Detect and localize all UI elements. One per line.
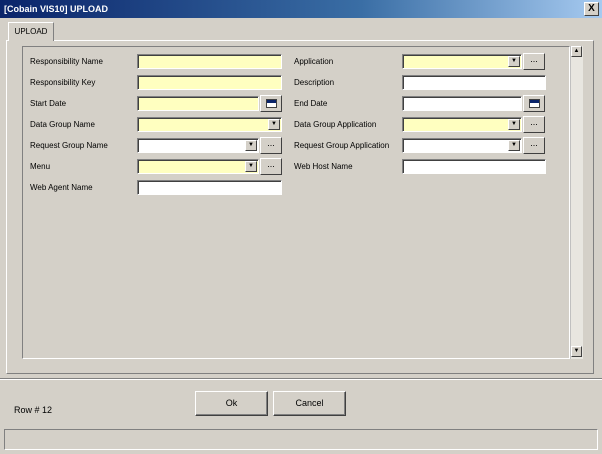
menu-select[interactable]: ▼	[137, 159, 259, 174]
label-request-group-name: Request Group Name	[30, 141, 108, 150]
start-date-calendar-button[interactable]	[260, 95, 282, 112]
request-group-name-lookup-button[interactable]: ...	[260, 137, 282, 154]
end-date-calendar-button[interactable]	[523, 95, 545, 112]
chevron-down-icon[interactable]: ▼	[245, 161, 257, 172]
ok-button[interactable]: Ok	[195, 391, 268, 416]
ellipsis-icon: ...	[267, 138, 275, 148]
ellipsis-icon: ...	[530, 54, 538, 64]
description-field[interactable]	[402, 75, 546, 90]
label-data-group-application: Data Group Application	[294, 120, 377, 129]
label-web-agent-name: Web Agent Name	[30, 183, 93, 192]
data-group-name-select[interactable]: ▼	[137, 117, 282, 132]
label-data-group-name: Data Group Name	[30, 120, 95, 129]
label-web-host-name: Web Host Name	[294, 162, 353, 171]
end-date-field[interactable]	[402, 96, 522, 111]
label-start-date: Start Date	[30, 99, 67, 108]
form-area	[22, 46, 570, 359]
request-group-application-select[interactable]: ▼	[402, 138, 522, 153]
data-group-application-select[interactable]: ▼	[402, 117, 522, 132]
chevron-down-icon[interactable]: ▼	[245, 140, 257, 151]
tab-label: UPLOAD	[14, 27, 48, 36]
label-responsibility-name: Responsibility Name	[30, 57, 103, 66]
chevron-down-icon[interactable]: ▼	[508, 140, 520, 151]
chevron-down-icon[interactable]: ▼	[268, 119, 280, 130]
application-select[interactable]: ▼	[402, 54, 522, 69]
scroll-up-icon[interactable]: ▲	[571, 46, 582, 57]
web-agent-name-field[interactable]	[137, 180, 282, 195]
data-group-application-lookup-button[interactable]: ...	[523, 116, 545, 133]
label-request-group-application: Request Group Application	[294, 141, 390, 150]
web-host-name-field[interactable]	[402, 159, 546, 174]
close-button[interactable]: X	[584, 2, 599, 16]
label-application: Application	[294, 57, 334, 66]
ellipsis-icon: ...	[267, 159, 275, 169]
footer-separator	[0, 378, 602, 380]
label-responsibility-key: Responsibility Key	[30, 78, 96, 87]
close-icon: X	[588, 3, 595, 14]
responsibility-name-field[interactable]	[137, 54, 282, 69]
label-menu: Menu	[30, 162, 51, 171]
title-bar: [Cobain VIS10] UPLOAD	[0, 0, 602, 18]
ellipsis-icon: ...	[530, 117, 538, 127]
start-date-field[interactable]	[137, 96, 259, 111]
request-group-name-select[interactable]: ▼	[137, 138, 259, 153]
scroll-down-icon[interactable]: ▼	[571, 346, 582, 357]
row-counter: Row # 12	[14, 405, 53, 415]
request-group-application-lookup-button[interactable]: ...	[523, 137, 545, 154]
menu-lookup-button[interactable]: ...	[260, 158, 282, 175]
tab-upload[interactable]: UPLOAD	[8, 22, 54, 41]
cancel-button[interactable]: Cancel	[273, 391, 346, 416]
window-title: [Cobain VIS10] UPLOAD	[4, 4, 109, 14]
label-end-date: End Date	[294, 99, 328, 108]
status-bar	[4, 429, 598, 450]
calendar-icon	[529, 99, 540, 108]
vertical-scrollbar[interactable]: ▲ ▼	[570, 46, 583, 359]
responsibility-key-field[interactable]	[137, 75, 282, 90]
application-lookup-button[interactable]: ...	[523, 53, 545, 70]
label-description: Description	[294, 78, 335, 87]
chevron-down-icon[interactable]: ▼	[508, 56, 520, 67]
chevron-down-icon[interactable]: ▼	[508, 119, 520, 130]
calendar-icon	[266, 99, 277, 108]
ellipsis-icon: ...	[530, 138, 538, 148]
